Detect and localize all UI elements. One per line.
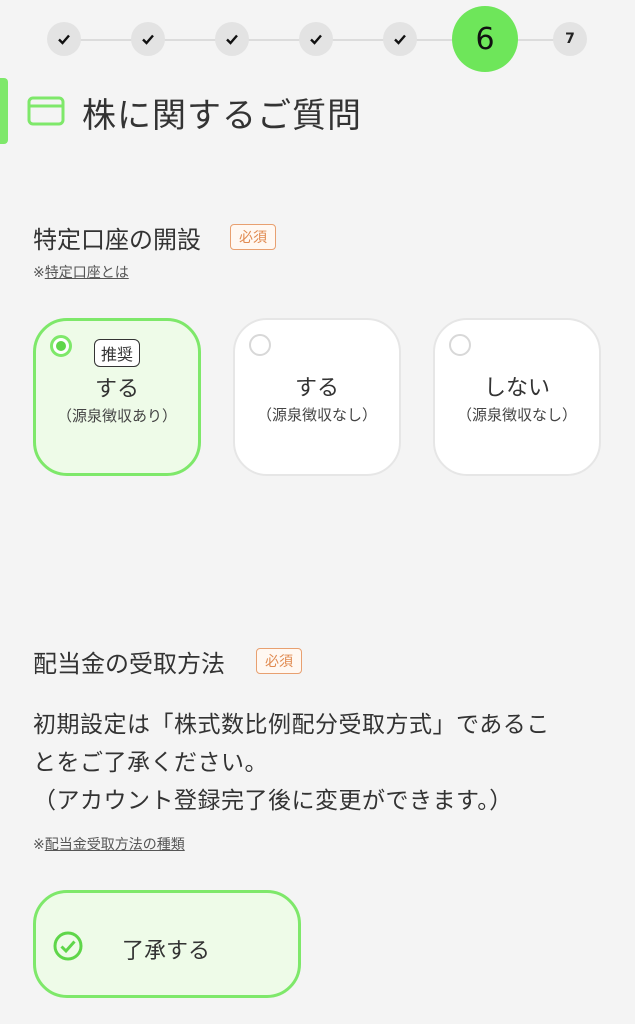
step-current: 6 — [452, 6, 518, 72]
check-icon — [226, 34, 238, 45]
option-label: する — [294, 376, 339, 401]
check-icon — [58, 34, 70, 45]
check-icon — [142, 34, 154, 45]
radio-button[interactable] — [449, 334, 471, 356]
option-sublabel: （源泉徴収あり） — [56, 407, 177, 425]
dividend-note: ※配当金受取方法の種類 — [33, 837, 185, 853]
progress-stepper: 6 7 — [0, 0, 635, 80]
required-badge: 必須 — [230, 224, 276, 250]
recommended-badge: 推奨 — [94, 339, 141, 367]
option-no-account[interactable]: しない （源泉徴収なし） — [433, 318, 601, 476]
step-3-done — [215, 22, 249, 56]
section-title: 株に関するご質問 — [82, 96, 362, 136]
account-note: ※特定口座とは — [33, 265, 129, 281]
radio-button-selected[interactable] — [50, 335, 72, 357]
option-withholding-no[interactable]: する （源泉徴収なし） — [233, 318, 401, 476]
agree-button[interactable]: 了承する — [33, 890, 301, 998]
section-accent-bar — [0, 78, 8, 144]
option-sublabel: （源泉徴収なし） — [456, 406, 577, 424]
check-icon — [394, 34, 406, 45]
account-question-label: 特定口座の開設 — [33, 226, 201, 254]
dividend-description: 初期設定は「株式数比例配分受取方式」であるこ とをご了承ください。 （アカウント… — [33, 712, 550, 814]
option-withholding-yes[interactable]: 推奨 する （源泉徴収あり） — [33, 318, 201, 476]
check-icon — [310, 34, 322, 45]
card-icon — [27, 96, 65, 126]
option-label: する — [94, 377, 139, 402]
radio-button[interactable] — [249, 334, 271, 356]
step-4-done — [299, 22, 333, 56]
check-circle-icon — [53, 931, 83, 961]
required-badge: 必須 — [256, 648, 302, 674]
step-next: 7 — [553, 22, 587, 56]
dividend-question-label: 配当金の受取方法 — [33, 650, 225, 678]
step-1-done — [47, 22, 81, 56]
dividend-types-link[interactable]: 配当金受取方法の種類 — [45, 837, 185, 853]
agree-label: 了承する — [122, 939, 211, 964]
account-info-link[interactable]: 特定口座とは — [45, 265, 129, 281]
step-2-done — [131, 22, 165, 56]
option-sublabel: （源泉徴収なし） — [256, 406, 377, 424]
option-label: しない — [483, 376, 550, 401]
step-5-done — [383, 22, 417, 56]
